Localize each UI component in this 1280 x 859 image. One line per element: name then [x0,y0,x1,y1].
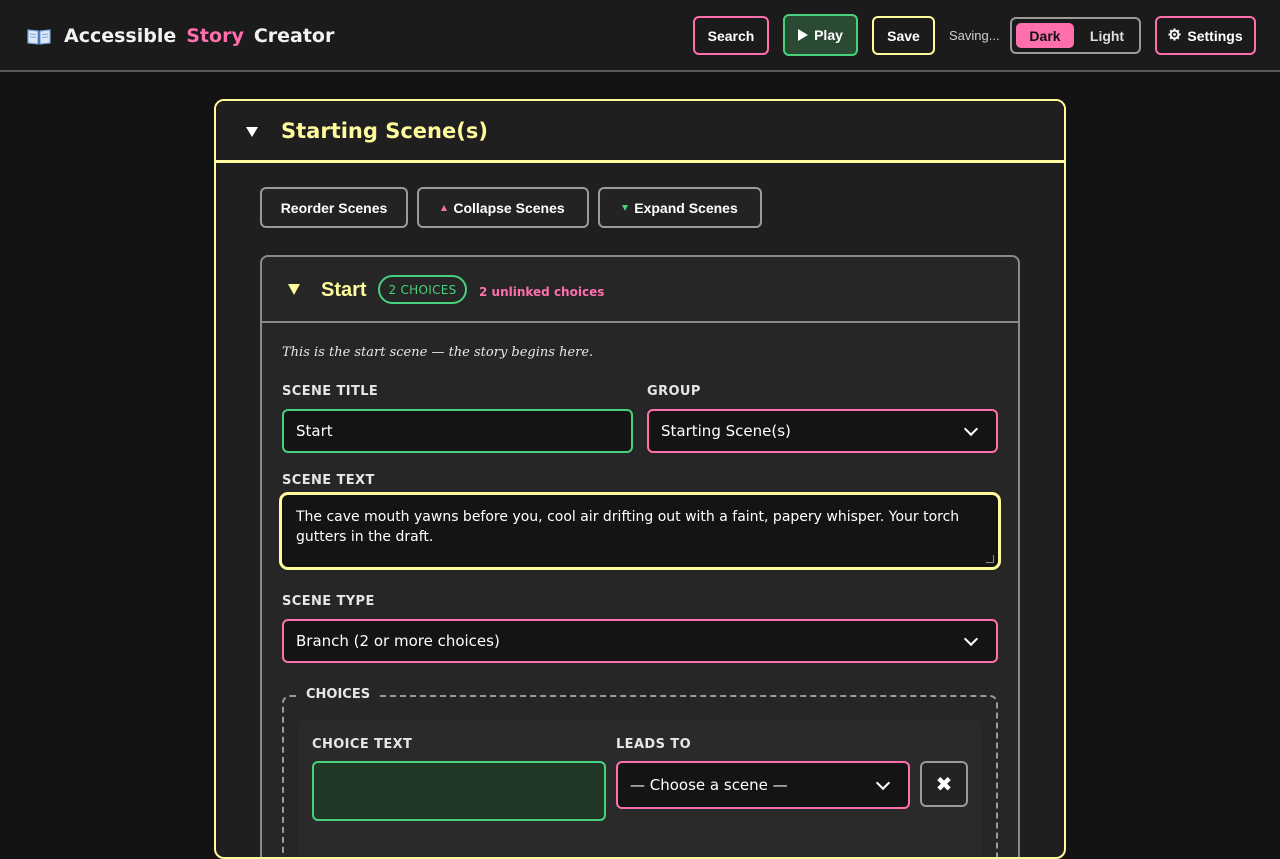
save-button[interactable]: Save [872,16,935,55]
theme-dark-option[interactable]: Dark [1016,23,1074,48]
scene-text-label: SCENE TEXT [282,473,375,488]
leads-to-value: — Choose a scene — [630,776,788,794]
play-button-label: Play [814,27,843,43]
group-header[interactable]: Starting Scene(s) [216,101,1064,163]
triangle-up-icon [441,204,448,211]
scene-text-textarea[interactable]: The cave mouth yawns before you, cool ai… [282,495,998,567]
scene-type-value: Branch (2 or more choices) [296,632,500,650]
settings-button-label: Settings [1187,27,1243,44]
collapse-scenes-label: Collapse Scenes [453,199,565,216]
unlinked-choices-warning: 2 unlinked choices [479,285,605,299]
choices-count-badge: 2 CHOICES [378,275,467,304]
reorder-scenes-button[interactable]: Reorder Scenes [260,187,408,228]
choice-text-input[interactable] [312,761,606,821]
top-bar: Accessible Story Creator Search Play Sav… [0,0,1280,72]
leads-to-label: LEADS TO [616,737,692,752]
group-title: Starting Scene(s) [281,119,488,143]
choices-legend: CHOICES [300,687,377,702]
group-select[interactable]: Starting Scene(s) [647,409,998,453]
start-scene-note: This is the start scene — the story begi… [282,345,594,360]
save-button-label: Save [887,27,920,44]
scene-name: Start [321,279,367,301]
triangle-down-icon [622,204,629,211]
resize-handle-icon[interactable] [986,555,994,563]
app-title: Accessible Story Creator [26,22,334,50]
scene-collapse-triangle-icon[interactable] [288,284,300,295]
collapse-triangle-icon[interactable] [246,127,258,137]
chevron-down-icon [875,775,891,791]
play-icon [798,29,809,41]
scene-text-value: The cave mouth yawns before you, cool ai… [296,509,960,545]
scene-title-label: SCENE TITLE [282,384,379,399]
search-button[interactable]: Search [693,16,769,55]
title-word-1: Accessible [64,25,177,47]
group-select-value: Starting Scene(s) [661,422,791,440]
chevron-down-icon [963,631,979,647]
scene-card: Start 2 CHOICES 2 unlinked choices This … [260,255,1020,857]
scene-type-select[interactable]: Branch (2 or more choices) [282,619,998,663]
scene-group-panel: Starting Scene(s) Reorder Scenes Collaps… [214,99,1066,859]
chevron-down-icon [963,421,979,437]
scene-title-input[interactable]: Start [282,409,633,453]
close-icon: ✖ [935,773,953,796]
group-label: GROUP [647,384,701,399]
collapse-scenes-button[interactable]: Collapse Scenes [417,187,589,228]
open-book-icon [26,26,52,46]
scene-header[interactable]: Start 2 CHOICES 2 unlinked choices [262,257,1018,323]
theme-toggle: Dark Light [1010,17,1141,54]
scene-type-label: SCENE TYPE [282,594,375,609]
leads-to-select[interactable]: — Choose a scene — [616,761,910,809]
expand-scenes-label: Expand Scenes [634,199,738,216]
title-word-3: Creator [253,25,335,47]
search-button-label: Search [707,27,755,44]
remove-choice-button[interactable]: ✖ [920,761,968,807]
play-button[interactable]: Play [783,14,858,56]
reorder-scenes-label: Reorder Scenes [280,199,388,216]
gear-icon [1168,27,1181,44]
choice-text-label: CHOICE TEXT [312,737,413,752]
expand-scenes-button[interactable]: Expand Scenes [598,187,762,228]
save-status: Saving... [949,28,1000,43]
theme-light-option[interactable]: Light [1078,23,1136,48]
title-word-2: Story [186,25,244,47]
scene-title-value: Start [296,422,333,440]
settings-button[interactable]: Settings [1155,16,1256,55]
